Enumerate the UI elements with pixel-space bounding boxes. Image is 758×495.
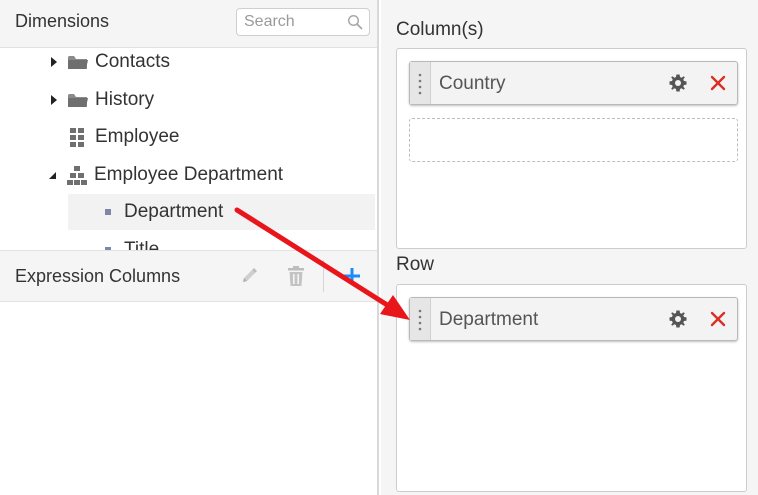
tree-item-label: Title bbox=[124, 239, 160, 250]
tree-item-history[interactable]: History bbox=[48, 83, 154, 117]
add-icon bbox=[344, 268, 360, 284]
dimensions-title: Dimensions bbox=[15, 11, 110, 31]
drag-handle-icon bbox=[418, 73, 422, 95]
tree-item-contacts[interactable]: Contacts bbox=[48, 47, 170, 79]
close-icon[interactable] bbox=[708, 309, 728, 329]
dimension-tree: Contacts History Employee Employee Depar… bbox=[0, 47, 377, 250]
tree-item-title[interactable]: Title bbox=[104, 233, 159, 250]
close-icon[interactable] bbox=[708, 73, 728, 93]
row-pill-department[interactable]: Department bbox=[409, 297, 738, 341]
pivot-designer: Dimensions Contacts bbox=[0, 0, 758, 495]
search-icon[interactable] bbox=[347, 14, 363, 30]
tree-item-label: Contacts bbox=[95, 51, 170, 72]
tree-item-label: Employee bbox=[95, 126, 180, 147]
delete-button[interactable] bbox=[284, 264, 308, 288]
drop-placeholder[interactable] bbox=[409, 118, 738, 162]
grid-icon bbox=[70, 128, 84, 147]
pill-label: Country bbox=[439, 73, 506, 94]
drag-handle[interactable] bbox=[410, 298, 431, 340]
caret-down-icon[interactable] bbox=[46, 169, 58, 181]
folder-icon bbox=[68, 56, 88, 69]
tree-item-department[interactable]: Department bbox=[104, 195, 223, 229]
expression-columns-title: Expression Columns bbox=[15, 266, 181, 286]
hierarchy-icon bbox=[67, 166, 87, 185]
folder-icon bbox=[68, 94, 88, 107]
search-input[interactable] bbox=[244, 12, 344, 32]
edit-icon bbox=[243, 268, 257, 282]
column-pill-country[interactable]: Country bbox=[409, 61, 738, 105]
drag-handle-icon bbox=[418, 309, 422, 331]
tree-item-label: History bbox=[95, 89, 155, 110]
columns-label: Column(s) bbox=[396, 19, 484, 40]
add-expression-button[interactable] bbox=[340, 264, 364, 288]
row-label: Row bbox=[396, 254, 435, 275]
field-list-panel: Dimensions Contacts bbox=[0, 0, 379, 495]
caret-right-icon[interactable] bbox=[48, 94, 60, 106]
tree-item-label: Department bbox=[124, 201, 224, 222]
row-drop-area[interactable]: Department bbox=[396, 284, 747, 492]
tree-item-employee-department[interactable]: Employee Department bbox=[46, 158, 283, 192]
tree-item-employee[interactable]: Employee bbox=[67, 120, 180, 154]
expression-columns-header: Expression Columns bbox=[0, 250, 377, 302]
gear-icon[interactable] bbox=[668, 73, 688, 93]
columns-drop-area[interactable]: Country bbox=[396, 48, 747, 249]
toolbar-separator bbox=[323, 260, 324, 292]
delete-icon bbox=[288, 266, 304, 286]
drag-handle[interactable] bbox=[410, 62, 431, 104]
bullet-icon bbox=[105, 209, 111, 215]
edit-button[interactable] bbox=[237, 264, 261, 288]
tree-item-label: Employee Department bbox=[94, 164, 284, 185]
layout-panel: Column(s) Country Row Department bbox=[381, 0, 758, 495]
dimensions-header: Dimensions bbox=[0, 0, 377, 48]
pill-label: Department bbox=[439, 309, 539, 330]
gear-icon[interactable] bbox=[668, 309, 688, 329]
caret-right-icon[interactable] bbox=[48, 56, 60, 68]
search-box[interactable] bbox=[236, 8, 370, 36]
